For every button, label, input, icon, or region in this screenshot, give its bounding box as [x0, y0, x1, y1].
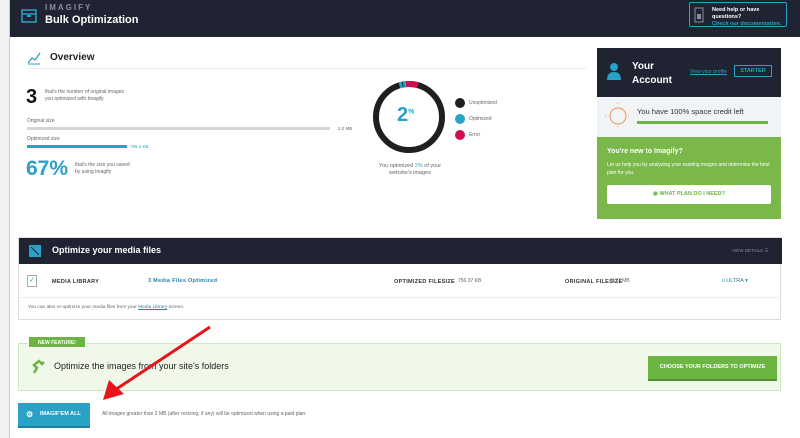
- original-size-bar: [27, 127, 330, 130]
- note-text: You can also re-optimize your media file…: [28, 305, 139, 310]
- legend-dot: [455, 130, 465, 140]
- donut-number: 2: [397, 104, 409, 126]
- credit-bar: [637, 121, 768, 124]
- help-text: Need help or have questions?: [712, 7, 760, 20]
- title-line: Account: [632, 75, 672, 86]
- legend-label: Optimized: [469, 115, 492, 122]
- legend-item: Optimized: [455, 111, 497, 127]
- media-header: Optimize your media files VIEW DETAILS ☰: [19, 238, 782, 264]
- box-icon: [21, 9, 37, 23]
- optimized-size-bar: [27, 145, 127, 148]
- brand-logo: IMAGIFY: [45, 3, 93, 12]
- choose-folders-button[interactable]: CHOOSE YOUR FOLDERS TO OPTIMIZE: [648, 356, 777, 379]
- sun-icon: [605, 103, 631, 129]
- donut-legend: Unoptimized Optimized Error: [455, 95, 497, 143]
- optimized-filesize-label: OPTIMIZED FILESIZE: [394, 279, 456, 285]
- legend-label: Unoptimized: [469, 99, 497, 106]
- count-description: that's the number of original images you …: [45, 89, 124, 103]
- view-profile-link[interactable]: View your profile: [690, 69, 727, 75]
- saved-desc-line: by using Imagify: [75, 169, 112, 175]
- caption-text: You optimized: [378, 163, 415, 169]
- media-library-label: MEDIA LIBRARY: [52, 279, 100, 285]
- optimization-level-select[interactable]: ıl ULTRA ▾: [722, 278, 748, 284]
- chart-trend-icon: [27, 52, 41, 65]
- bulk-note: All images greater than 2 MB (after resi…: [102, 411, 307, 417]
- document-icon: [694, 7, 704, 23]
- what-plan-button[interactable]: ◉ WHAT PLAN DO I NEED?: [607, 185, 771, 204]
- plan-badge: STARTER: [734, 65, 772, 77]
- gear-icon: ⚙: [26, 410, 34, 419]
- legend-item: Error: [455, 127, 497, 143]
- donut-unit: %: [408, 108, 415, 116]
- divider: [26, 68, 586, 69]
- button-label: IMAGIF'EM ALL: [40, 411, 81, 417]
- account-header: Your Account View your profile STARTER: [597, 48, 781, 97]
- divider: [19, 297, 780, 298]
- button-label: WHAT PLAN DO I NEED?: [659, 191, 725, 197]
- user-icon: [607, 63, 621, 80]
- donut-value: 2%: [397, 104, 414, 127]
- help-box: Need help or have questions? Check our d…: [689, 2, 787, 27]
- count-desc-line: that's the number of original images: [45, 89, 125, 95]
- saved-percentage: 67%: [26, 157, 69, 180]
- original-filesize-value: 2.23 MB: [611, 278, 630, 284]
- credit-section: You have 100% space credit left: [597, 97, 781, 137]
- media-library-link[interactable]: Media Library: [138, 305, 167, 310]
- legend-dot: [455, 98, 465, 108]
- count-desc-line: you optimized with Imagify: [45, 96, 104, 102]
- new-user-section: You're new to Imagify? Let us help you b…: [597, 137, 781, 219]
- reoptimize-note: You can also re-optimize your media file…: [28, 304, 184, 311]
- legend-item: Unoptimized: [455, 95, 497, 111]
- caption-text: of your: [422, 163, 442, 169]
- donut-caption: You optimized 2% of your website's images: [366, 163, 454, 177]
- media-library-checkbox[interactable]: ✓: [27, 275, 37, 287]
- new-feature-tag: NEW FEATURE!: [28, 336, 86, 348]
- overview-title: Overview: [50, 52, 95, 63]
- feature-text: Optimize the images from your site's fol…: [54, 361, 229, 371]
- media-icon: [29, 245, 41, 257]
- legend-dot: [455, 114, 465, 124]
- account-title: Your Account: [632, 60, 672, 88]
- original-size-value: 2.2 MB: [338, 126, 353, 131]
- optimized-size-value: 756.4 KB: [130, 144, 149, 149]
- new-user-title: You're new to Imagify?: [607, 148, 683, 155]
- note-text: screen.: [167, 305, 185, 310]
- imagify-all-button[interactable]: ⚙ IMAGIF'EM ALL: [18, 403, 90, 426]
- media-section: Optimize your media files VIEW DETAILS ☰…: [18, 237, 782, 320]
- optimized-count: 3: [26, 86, 38, 108]
- account-panel: Your Account View your profile STARTER Yo…: [597, 48, 781, 219]
- plug-icon: [32, 359, 45, 374]
- caption-text: website's images: [389, 170, 431, 176]
- optimized-filesize-value: 756.37 KB: [458, 278, 482, 284]
- credit-text: You have 100% space credit left: [637, 107, 744, 116]
- page-title: Bulk Optimization: [45, 14, 139, 26]
- optimized-size-label: Optimized size: [27, 136, 60, 142]
- saved-description: that's the size you saved by using Imagif…: [75, 162, 130, 176]
- admin-sidebar-edge: [0, 0, 10, 438]
- level-label: ULTRA: [726, 278, 744, 284]
- optimized-files-link[interactable]: 3 Media Files Optimized: [148, 278, 217, 284]
- title-line: Your: [632, 61, 655, 72]
- view-details-button[interactable]: VIEW DETAILS ☰: [732, 248, 768, 254]
- caption-pct: 2%: [414, 163, 423, 169]
- original-size-label: Original size: [27, 118, 55, 124]
- legend-label: Error: [469, 131, 481, 138]
- documentation-link[interactable]: Check our documentation.: [712, 21, 781, 27]
- new-user-description: Let us help you by analyzing your existi…: [607, 162, 770, 176]
- view-details-label: VIEW DETAILS: [732, 248, 764, 253]
- media-title: Optimize your media files: [52, 245, 162, 255]
- saved-desc-line: that's the size you saved: [75, 162, 130, 168]
